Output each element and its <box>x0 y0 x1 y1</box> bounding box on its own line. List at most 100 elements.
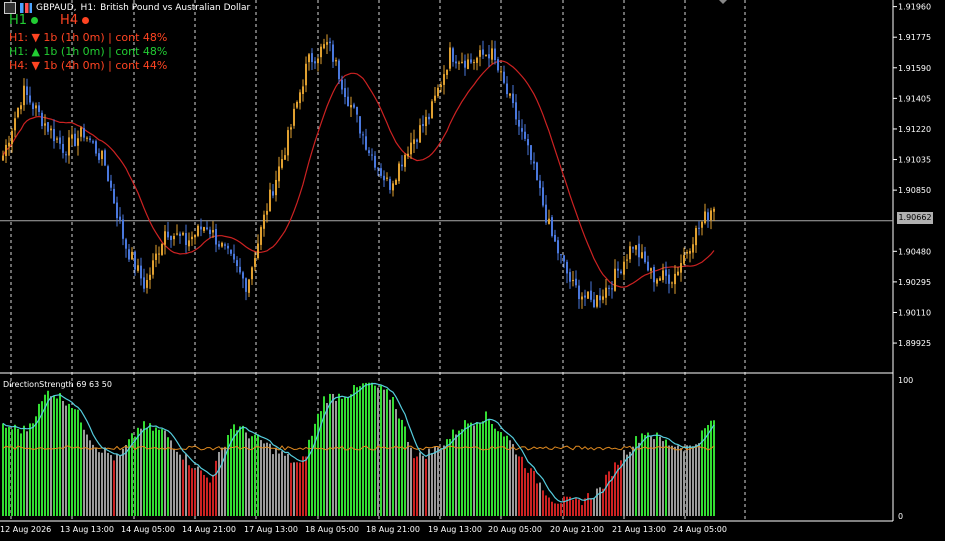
osc-tick-1: 0 <box>898 512 903 521</box>
candle-body-223 <box>671 282 673 284</box>
candle-body-215 <box>647 261 649 271</box>
candle-body-176 <box>530 145 532 160</box>
osc-bar-15 <box>47 390 49 516</box>
osc-bar-96 <box>290 462 292 516</box>
osc-bar-160 <box>482 421 484 516</box>
candle-body-10 <box>32 103 34 110</box>
osc-bar-97 <box>293 462 295 516</box>
osc-bar-218 <box>656 432 658 516</box>
osc-bar-210 <box>632 446 634 516</box>
osc-bar-49 <box>149 423 151 516</box>
osc-bar-58 <box>176 451 178 516</box>
candle-body-6 <box>20 105 22 110</box>
osc-bar-141 <box>425 458 427 516</box>
signal-h1-down: H1: ▼ 1b (1h 0m) | cont 48% <box>9 31 168 44</box>
candle-body-43 <box>131 251 133 260</box>
osc-bar-181 <box>545 495 547 516</box>
candle-body-20 <box>62 144 64 153</box>
osc-bar-101 <box>305 456 307 516</box>
osc-signal-line <box>2 382 715 503</box>
candle-body-38 <box>116 202 118 219</box>
osc-bar-146 <box>440 449 442 516</box>
osc-bar-9 <box>29 423 31 516</box>
candle-body-88 <box>266 210 268 215</box>
candle-body-153 <box>461 61 463 63</box>
osc-bar-184 <box>554 503 556 516</box>
osc-bar-32 <box>98 452 100 516</box>
candle-body-137 <box>413 139 415 144</box>
candle-body-107 <box>323 44 325 49</box>
osc-bar-21 <box>65 405 67 516</box>
candle-body-192 <box>578 285 580 300</box>
candle-body-226 <box>680 263 682 273</box>
osc-bar-115 <box>347 397 349 516</box>
osc-bar-213 <box>641 433 643 516</box>
candle-body-115 <box>347 96 349 107</box>
candle-body-42 <box>128 249 130 260</box>
time-label-10: 21 Aug 13:00 <box>612 525 666 534</box>
candle-body-31 <box>95 141 97 154</box>
candle-body-46 <box>140 265 142 279</box>
osc-bar-23 <box>71 408 73 516</box>
candle-body-158 <box>476 57 478 63</box>
osc-bar-65 <box>197 466 199 516</box>
candle-body-235 <box>707 212 709 220</box>
candle-body-17 <box>53 128 55 142</box>
osc-bar-98 <box>296 462 298 516</box>
osc-bar-108 <box>326 403 328 516</box>
candle-body-3 <box>11 131 13 144</box>
osc-bar-2 <box>8 426 10 516</box>
candle-body-236 <box>710 210 712 221</box>
candle-body-101 <box>305 63 307 86</box>
osc-bar-229 <box>689 445 691 516</box>
osc-bar-199 <box>599 487 601 516</box>
candle-body-213 <box>641 252 643 259</box>
osc-bar-51 <box>155 427 157 516</box>
candle-body-144 <box>434 95 436 101</box>
osc-bar-169 <box>509 440 511 516</box>
candle-body-118 <box>356 106 358 115</box>
osc-bar-29 <box>89 440 91 516</box>
chart-type-icon[interactable] <box>20 3 32 13</box>
candle-body-189 <box>569 272 571 282</box>
osc-bar-28 <box>86 434 88 516</box>
osc-bar-88 <box>266 442 268 516</box>
candle-body-139 <box>419 125 421 143</box>
candle-body-47 <box>143 277 145 289</box>
candle-body-194 <box>584 295 586 298</box>
candle-body-65 <box>197 225 199 236</box>
candle-body-148 <box>446 69 448 75</box>
osc-bar-149 <box>449 438 451 516</box>
price-chart[interactable]: 1.91960 1.91775 1.91590 1.91405 1.91220 1.910… <box>0 0 960 541</box>
candle-body-4 <box>14 118 16 131</box>
candle-body-132 <box>398 163 400 182</box>
candle-body-8 <box>26 86 28 96</box>
candle-body-99 <box>299 92 301 104</box>
candle-body-222 <box>668 274 670 284</box>
candle-body-175 <box>527 139 529 146</box>
candle-body-105 <box>317 58 319 64</box>
candle-body-224 <box>674 273 676 285</box>
candle-body-66 <box>200 226 202 230</box>
candle-body-231 <box>695 228 697 246</box>
osc-bar-91 <box>275 447 277 516</box>
time-label-0: 12 Aug 2026 <box>0 525 51 534</box>
osc-bar-100 <box>302 456 304 516</box>
candle-body-156 <box>470 59 472 63</box>
tf-h4: H4 <box>60 13 90 28</box>
candle-body-221 <box>665 269 667 276</box>
osc-bar-186 <box>560 503 562 516</box>
osc-bar-216 <box>650 436 652 516</box>
signal-h4-down: H4: ▼ 1b (4h 0m) | cont 44% <box>9 59 168 72</box>
candle-body-183 <box>551 217 553 236</box>
candle-body-54 <box>164 231 166 245</box>
candle-body-160 <box>482 49 484 55</box>
scrollbar[interactable] <box>945 0 960 541</box>
candle-body-166 <box>500 71 502 73</box>
signal-h1-up: H1: ▲ 1b (1h 0m) | cont 48% <box>9 45 168 58</box>
osc-bar-6 <box>20 433 22 516</box>
candle-body-111 <box>335 60 337 62</box>
candle-body-150 <box>452 48 454 62</box>
osc-bar-64 <box>194 469 196 516</box>
candle-body-120 <box>362 134 364 136</box>
